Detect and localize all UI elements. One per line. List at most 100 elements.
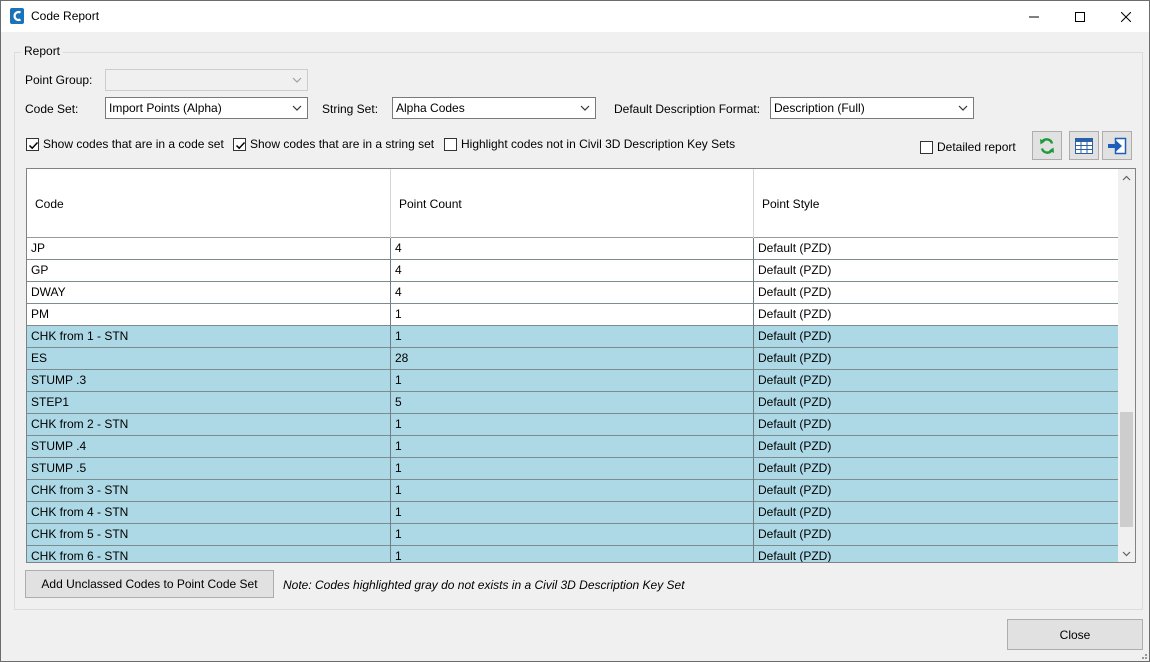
table-row[interactable]: CHK from 3 - STN 1 Default (PZD) — [27, 480, 1118, 502]
code-cell[interactable]: STUMP .5 — [27, 458, 391, 480]
point-count-cell[interactable]: 1 — [391, 458, 754, 480]
detailed-report-label: Detailed report — [937, 140, 1016, 154]
point-style-cell[interactable]: Default (PZD) — [754, 348, 1118, 370]
point-style-cell[interactable]: Default (PZD) — [754, 436, 1118, 458]
code-cell[interactable]: ES — [27, 348, 391, 370]
point-style-cell[interactable]: Default (PZD) — [754, 260, 1118, 282]
maximize-button[interactable] — [1057, 1, 1103, 32]
code-report-window: Code Report Report Point Group: Code Set… — [0, 0, 1150, 662]
code-cell[interactable]: CHK from 2 - STN — [27, 414, 391, 436]
code-cell[interactable]: CHK from 5 - STN — [27, 524, 391, 546]
point-style-cell[interactable]: Default (PZD) — [754, 304, 1118, 326]
code-set-combo[interactable]: Import Points (Alpha) — [105, 97, 308, 119]
scroll-thumb[interactable] — [1120, 412, 1133, 527]
maximize-icon — [1075, 11, 1085, 22]
point-style-cell[interactable]: Default (PZD) — [754, 480, 1118, 502]
table-view-button[interactable] — [1069, 131, 1099, 160]
code-cell[interactable]: STUMP .3 — [27, 370, 391, 392]
point-style-cell[interactable]: Default (PZD) — [754, 326, 1118, 348]
checkbox-box[interactable] — [233, 137, 246, 151]
point-style-cell[interactable]: Default (PZD) — [754, 392, 1118, 414]
point-count-cell[interactable]: 4 — [391, 238, 754, 260]
point-count-cell[interactable]: 1 — [391, 370, 754, 392]
string-set-label: String Set: — [322, 102, 379, 116]
close-button[interactable]: Close — [1007, 619, 1143, 650]
table-row[interactable]: CHK from 1 - STN 1 Default (PZD) — [27, 326, 1118, 348]
show-string-set-checkbox[interactable]: Show codes that are in a string set — [233, 137, 434, 151]
point-count-cell[interactable]: 1 — [391, 502, 754, 524]
table-row[interactable]: CHK from 6 - STN 1 Default (PZD) — [27, 546, 1118, 562]
minimize-button[interactable] — [1011, 1, 1057, 32]
string-set-value: Alpha Codes — [396, 101, 465, 115]
close-window-button[interactable] — [1103, 1, 1149, 32]
code-cell[interactable]: CHK from 1 - STN — [27, 326, 391, 348]
minimize-icon — [1029, 16, 1039, 17]
detailed-report-checkbox[interactable]: Detailed report — [920, 140, 1016, 154]
code-cell[interactable]: CHK from 3 - STN — [27, 480, 391, 502]
point-style-cell[interactable]: Default (PZD) — [754, 238, 1118, 260]
table-row[interactable]: CHK from 4 - STN 1 Default (PZD) — [27, 502, 1118, 524]
point-count-cell[interactable]: 28 — [391, 348, 754, 370]
column-header-code[interactable]: Code — [27, 169, 391, 238]
highlight-not-in-keysets-checkbox[interactable]: Highlight codes not in Civil 3D Descript… — [444, 137, 735, 151]
point-style-cell[interactable]: Default (PZD) — [754, 282, 1118, 304]
point-style-cell[interactable]: Default (PZD) — [754, 546, 1118, 562]
point-count-cell[interactable]: 1 — [391, 546, 754, 562]
table-row[interactable]: STEP1 5 Default (PZD) — [27, 392, 1118, 414]
point-count-cell[interactable]: 4 — [391, 260, 754, 282]
point-count-cell[interactable]: 5 — [391, 392, 754, 414]
table-row[interactable]: CHK from 5 - STN 1 Default (PZD) — [27, 524, 1118, 546]
table-row[interactable]: STUMP .4 1 Default (PZD) — [27, 436, 1118, 458]
code-set-label: Code Set: — [25, 102, 79, 116]
code-cell[interactable]: STUMP .4 — [27, 436, 391, 458]
table-row[interactable]: JP 4 Default (PZD) — [27, 238, 1118, 260]
code-cell[interactable]: JP — [27, 238, 391, 260]
point-count-cell[interactable]: 1 — [391, 480, 754, 502]
point-count-cell[interactable]: 1 — [391, 436, 754, 458]
resize-grip-icon[interactable] — [1139, 651, 1147, 659]
checkbox-box[interactable] — [920, 140, 933, 154]
point-style-cell[interactable]: Default (PZD) — [754, 458, 1118, 480]
column-header-point-style[interactable]: Point Style — [754, 169, 1118, 238]
table-row[interactable]: DWAY 4 Default (PZD) — [27, 282, 1118, 304]
point-style-cell[interactable]: Default (PZD) — [754, 370, 1118, 392]
string-set-combo[interactable]: Alpha Codes — [392, 97, 596, 119]
report-group-label: Report — [21, 44, 64, 58]
table-row[interactable]: STUMP .5 1 Default (PZD) — [27, 458, 1118, 480]
column-header-point-count[interactable]: Point Count — [391, 169, 754, 238]
show-code-set-label: Show codes that are in a code set — [43, 137, 224, 151]
table-row[interactable]: CHK from 2 - STN 1 Default (PZD) — [27, 414, 1118, 436]
scroll-up-button[interactable] — [1118, 169, 1135, 186]
table-row[interactable]: ES 28 Default (PZD) — [27, 348, 1118, 370]
export-button[interactable] — [1102, 131, 1132, 160]
show-code-set-checkbox[interactable]: Show codes that are in a code set — [26, 137, 224, 151]
table-row[interactable]: GP 4 Default (PZD) — [27, 260, 1118, 282]
checkbox-box[interactable] — [26, 137, 39, 151]
point-count-cell[interactable]: 1 — [391, 524, 754, 546]
code-cell[interactable]: DWAY — [27, 282, 391, 304]
close-icon — [1121, 11, 1131, 22]
civil3d-app-icon — [10, 8, 24, 24]
check-icon — [235, 141, 246, 149]
desc-format-combo[interactable]: Description (Full) — [770, 97, 974, 119]
code-cell[interactable]: CHK from 4 - STN — [27, 502, 391, 524]
scroll-down-button[interactable] — [1118, 545, 1135, 562]
chevron-down-icon — [580, 105, 590, 111]
code-cell[interactable]: STEP1 — [27, 392, 391, 414]
point-style-cell[interactable]: Default (PZD) — [754, 502, 1118, 524]
point-count-cell[interactable]: 1 — [391, 326, 754, 348]
refresh-button[interactable] — [1032, 131, 1062, 160]
checkbox-box[interactable] — [444, 137, 457, 151]
table-row[interactable]: PM 1 Default (PZD) — [27, 304, 1118, 326]
point-style-cell[interactable]: Default (PZD) — [754, 414, 1118, 436]
vertical-scrollbar[interactable] — [1118, 169, 1135, 562]
add-unclassed-codes-button[interactable]: Add Unclassed Codes to Point Code Set — [25, 570, 274, 598]
point-count-cell[interactable]: 1 — [391, 304, 754, 326]
table-row[interactable]: STUMP .3 1 Default (PZD) — [27, 370, 1118, 392]
point-count-cell[interactable]: 4 — [391, 282, 754, 304]
point-style-cell[interactable]: Default (PZD) — [754, 524, 1118, 546]
point-count-cell[interactable]: 1 — [391, 414, 754, 436]
code-cell[interactable]: PM — [27, 304, 391, 326]
code-cell[interactable]: GP — [27, 260, 391, 282]
code-cell[interactable]: CHK from 6 - STN — [27, 546, 391, 562]
